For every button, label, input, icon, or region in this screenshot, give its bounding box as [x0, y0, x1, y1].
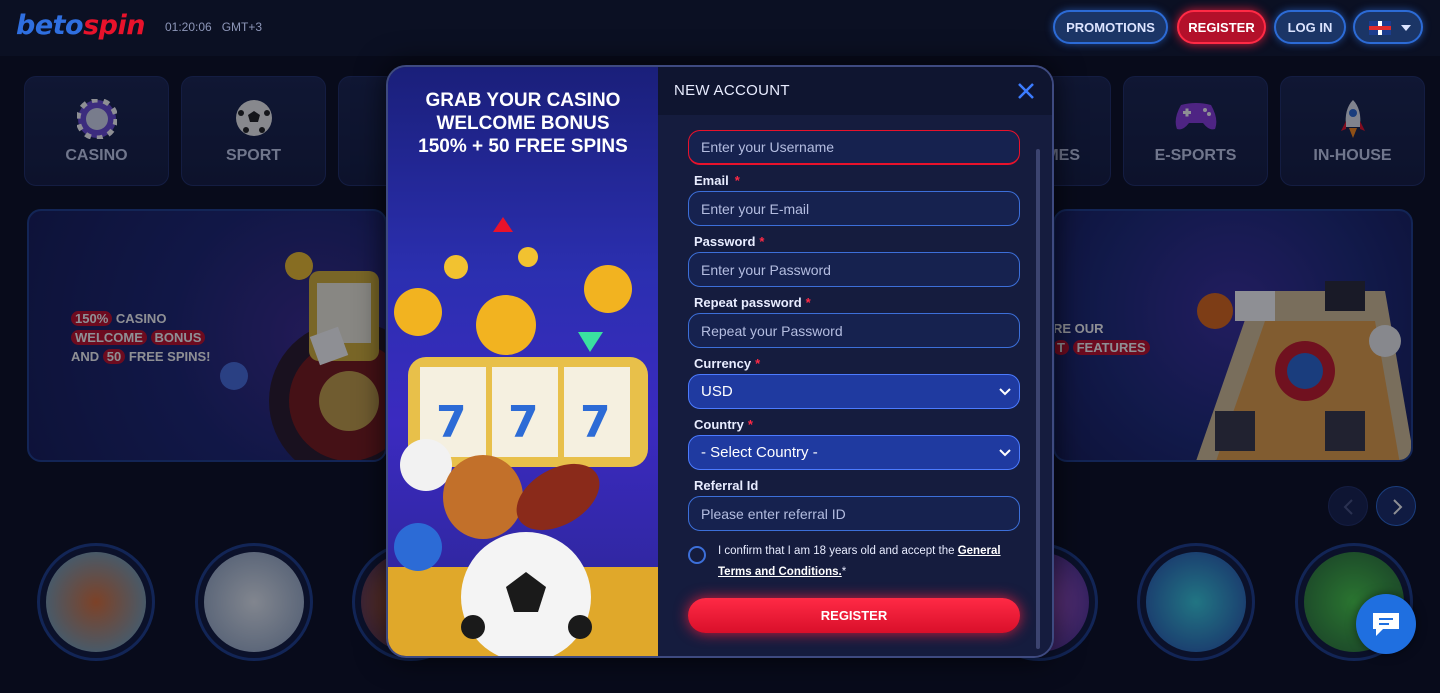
label-text: Password — [694, 234, 756, 249]
label-text: Email — [694, 173, 729, 188]
country-label: Country * — [694, 417, 753, 432]
clock-time: 01:20:06 — [165, 20, 212, 34]
uk-flag-icon — [1369, 21, 1391, 35]
repeat-password-label: Repeat password * — [694, 295, 811, 310]
svg-text:7: 7 — [436, 397, 467, 448]
currency-value: USD — [701, 383, 733, 400]
close-button[interactable] — [1016, 81, 1036, 101]
close-icon — [1018, 83, 1034, 99]
registration-form-panel: NEW ACCOUNT Email* Password* Repeat pass… — [658, 67, 1052, 656]
terms-checkbox[interactable] — [688, 546, 706, 564]
logo-part-beto: beto — [16, 10, 84, 41]
referral-label: Referral Id — [694, 478, 759, 493]
form-scrollbar[interactable] — [1036, 149, 1040, 649]
promo-illustration: 7 7 7 — [388, 217, 658, 656]
terms-text: I confirm that I am 18 years old and acc… — [718, 541, 1018, 583]
country-select[interactable]: - Select Country - — [688, 435, 1020, 470]
live-chat-button[interactable] — [1356, 594, 1416, 654]
svg-text:7: 7 — [508, 397, 539, 448]
clock: 01:20:06 GMT+3 — [165, 20, 272, 34]
svg-text:7: 7 — [580, 397, 611, 448]
login-button[interactable]: LOG IN — [1274, 10, 1346, 44]
required-mark: * — [734, 173, 740, 188]
label-text: Country — [694, 417, 744, 432]
required-mark: * — [841, 566, 847, 578]
register-header-button[interactable]: REGISTER — [1177, 10, 1266, 44]
required-mark: * — [805, 295, 811, 310]
language-selector[interactable] — [1353, 10, 1423, 44]
required-mark: * — [747, 417, 753, 432]
promotions-button[interactable]: PROMOTIONS — [1053, 10, 1168, 44]
brand-logo[interactable]: betospin — [16, 10, 145, 41]
password-input[interactable] — [688, 252, 1020, 287]
currency-select[interactable]: USD — [688, 374, 1020, 409]
referral-input[interactable] — [688, 496, 1020, 531]
terms-label: I confirm that I am 18 years old and acc… — [718, 545, 958, 557]
email-label: Email * — [694, 173, 740, 188]
label-text: Currency — [694, 356, 752, 371]
required-mark: * — [755, 356, 761, 371]
modal-header: NEW ACCOUNT — [658, 67, 1052, 115]
chat-bubble-icon — [1373, 613, 1399, 636]
top-bar: betospin 01:20:06 GMT+3 PROMOTIONS REGIST… — [0, 0, 1440, 56]
repeat-password-input[interactable] — [688, 313, 1020, 348]
modal-title: NEW ACCOUNT — [674, 82, 790, 99]
clock-timezone: GMT+3 — [221, 20, 263, 34]
required-mark: * — [759, 234, 765, 249]
caret-down-icon — [1401, 25, 1411, 31]
modal-promo-panel: GRAB YOUR CASINO WELCOME BONUS 150% + 50… — [388, 67, 658, 656]
registration-modal: GRAB YOUR CASINO WELCOME BONUS 150% + 50… — [386, 65, 1054, 658]
email-input[interactable] — [688, 191, 1020, 226]
country-value: - Select Country - — [701, 444, 818, 461]
register-submit-button[interactable]: REGISTER — [688, 598, 1020, 633]
currency-label: Currency * — [694, 356, 760, 371]
label-text: Repeat password — [694, 295, 802, 310]
chevron-down-icon — [999, 449, 1011, 457]
password-label: Password * — [694, 234, 764, 249]
username-input[interactable] — [688, 130, 1020, 165]
logo-part-spin: spin — [83, 10, 145, 41]
chevron-down-icon — [999, 388, 1011, 396]
